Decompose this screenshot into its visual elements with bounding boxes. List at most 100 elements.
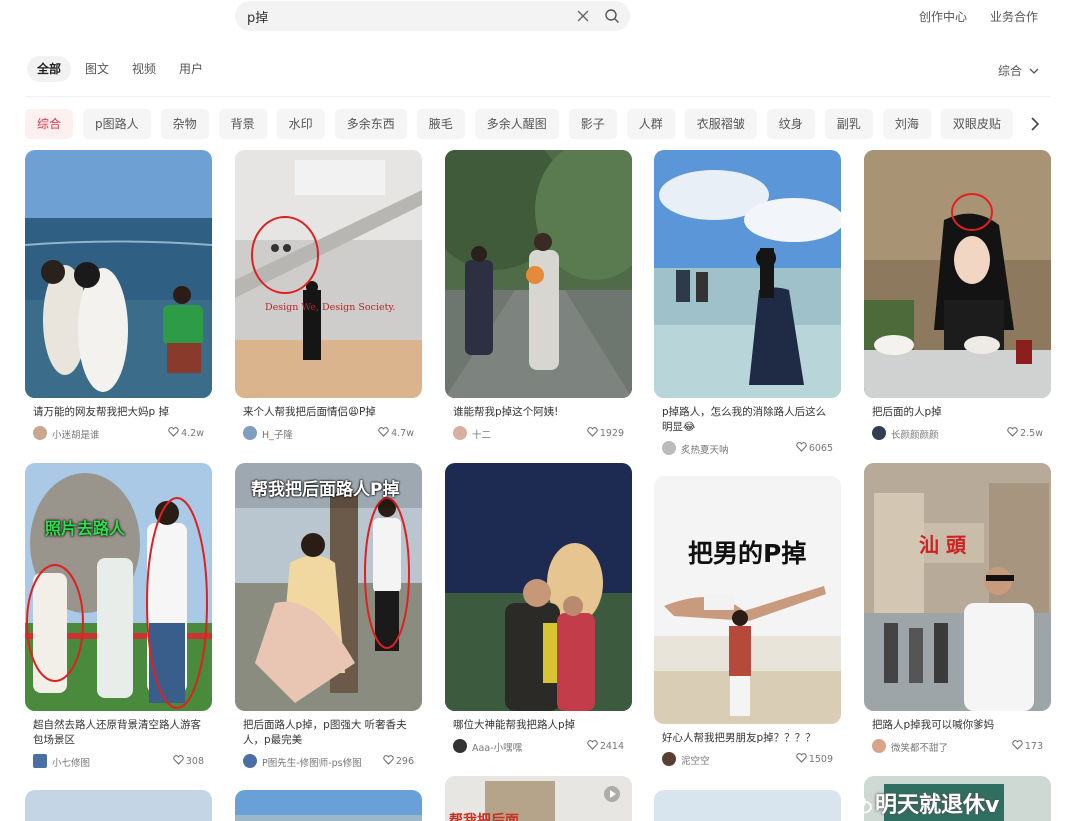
chip-background[interactable]: 背景: [218, 109, 267, 139]
author-name[interactable]: Aaa-小嘿嘿: [472, 740, 522, 754]
chip-clutter[interactable]: 杂物: [160, 109, 209, 139]
note-card[interactable]: 帮我把后面路人P掉 把后面路人p掉，p图强大 听奢香夫人，p最完美 P图先生-修…: [235, 463, 422, 771]
note-card[interactable]: 把后面的人p掉 长颜颜颜颜 2.5w: [864, 150, 1051, 443]
chip-comprehensive[interactable]: 综合: [25, 109, 74, 139]
author-name[interactable]: 炙热夏天呐: [681, 442, 729, 456]
search-icon[interactable]: [604, 8, 620, 24]
note-title[interactable]: 把后面的人p掉: [872, 405, 1043, 420]
avatar[interactable]: [662, 441, 676, 455]
chip-watermark[interactable]: 水印: [276, 109, 325, 139]
tab-notes[interactable]: 图文: [75, 56, 119, 82]
note-title[interactable]: 哪位大神能帮我把路人p掉: [453, 718, 624, 733]
search-input[interactable]: [247, 6, 567, 26]
author-name[interactable]: H_子隆: [262, 427, 293, 441]
note-title[interactable]: 好心人帮我把男朋友p掉？？？？: [662, 731, 833, 746]
heart-icon: [587, 427, 598, 437]
note-cover[interactable]: 汕 頭: [864, 463, 1051, 711]
tab-all[interactable]: 全部: [27, 56, 72, 82]
avatar[interactable]: [453, 739, 467, 753]
clear-icon[interactable]: [575, 8, 591, 24]
search-bar[interactable]: [235, 1, 630, 31]
like-button[interactable]: 4.2w: [168, 427, 204, 439]
chip-wrinkles[interactable]: 衣服褶皱: [684, 109, 757, 139]
note-card[interactable]: Design We, Design Society. 来个人帮我把后面情侣😩P掉…: [235, 150, 422, 443]
note-cover[interactable]: 照片去路人: [25, 463, 212, 711]
note-title[interactable]: 谁能帮我p掉这个阿姨!: [453, 405, 624, 420]
avatar[interactable]: [872, 426, 886, 440]
like-button[interactable]: 2.5w: [1007, 427, 1043, 439]
note-card[interactable]: p掉路人，怎么我的消除路人后这么明显😂 炙热夏天呐 6065: [654, 150, 841, 458]
creator-center-link[interactable]: 创作中心: [919, 8, 967, 25]
chip-xingtu[interactable]: 多余人醒图: [474, 109, 559, 139]
note-cover[interactable]: 帮我把后面路人P掉: [235, 463, 422, 711]
like-button[interactable]: 1509: [796, 753, 833, 765]
avatar[interactable]: [243, 426, 257, 440]
chevron-right-icon[interactable]: [1028, 116, 1042, 132]
note-cover[interactable]: [445, 150, 632, 398]
chip-eyelid-tape[interactable]: 双眼皮贴: [940, 109, 1013, 139]
image-caption: 照片去路人: [45, 519, 126, 538]
avatar[interactable]: [33, 426, 47, 440]
avatar[interactable]: [243, 754, 257, 768]
note-title[interactable]: 请万能的网友帮我把大妈p 掉: [33, 405, 204, 420]
chip-armpit-hair[interactable]: 腋毛: [416, 109, 465, 139]
like-button[interactable]: 173: [1012, 740, 1043, 752]
note-title[interactable]: 来个人帮我把后面情侣😩P掉: [243, 405, 414, 420]
chip-tattoo[interactable]: 纹身: [766, 109, 815, 139]
note-card[interactable]: 哪位大神能帮我把路人p掉 Aaa-小嘿嘿 2414: [445, 463, 632, 756]
chip-shadow[interactable]: 影子: [568, 109, 617, 139]
author-name[interactable]: 泥空空: [681, 753, 710, 767]
sort-dropdown[interactable]: 综合: [998, 62, 1039, 79]
tab-video[interactable]: 视频: [122, 56, 166, 82]
note-cover[interactable]: 把男的P掉: [654, 476, 841, 724]
like-count: 6065: [808, 443, 833, 454]
note-card[interactable]: 汕 頭 把路人p掉我可以喊你爹妈 微笑都不甜了 173: [864, 463, 1051, 756]
chip-accessory[interactable]: 副乳: [824, 109, 873, 139]
chip-extra-things[interactable]: 多余东西: [334, 109, 407, 139]
note-card[interactable]: 谁能帮我p掉这个阿姨! 十二 1929: [445, 150, 632, 443]
note-title[interactable]: 把后面路人p掉，p图强大 听奢香夫人，p最完美: [243, 718, 414, 748]
chip-bangs[interactable]: 刘海: [882, 109, 931, 139]
like-button[interactable]: 2414: [587, 740, 624, 752]
like-button[interactable]: 308: [173, 755, 204, 767]
note-cover[interactable]: [235, 790, 422, 821]
note-cover[interactable]: Design We, Design Society.: [235, 150, 422, 398]
note-cover[interactable]: [25, 790, 212, 821]
note-card[interactable]: 把男的P掉 好心人帮我把男朋友p掉？？？？ 泥空空 1509: [654, 476, 841, 769]
note-cover[interactable]: [25, 150, 212, 398]
heart-icon: [796, 753, 807, 763]
note-card[interactable]: 照片去路人 超自然去路人还原背景清空路人游客包场景区 小七修图 308: [25, 463, 212, 771]
like-count: 308: [185, 756, 204, 767]
note-cover[interactable]: [864, 150, 1051, 398]
note-cover[interactable]: 帮我把后面: [445, 776, 632, 821]
author-name[interactable]: 小七修图: [52, 755, 90, 769]
image-caption: 帮我把后面路人P掉: [251, 480, 400, 500]
avatar[interactable]: [453, 426, 467, 440]
image-caption: 帮我把后面: [449, 813, 519, 821]
author-name[interactable]: 长颜颜颜颜: [891, 427, 939, 441]
avatar[interactable]: [33, 754, 47, 768]
author-name[interactable]: 微笑都不甜了: [891, 740, 948, 754]
note-cover[interactable]: [654, 150, 841, 398]
business-link[interactable]: 业务合作: [990, 8, 1038, 25]
heart-icon: [378, 427, 389, 437]
like-button[interactable]: 296: [383, 755, 414, 767]
chip-crowd[interactable]: 人群: [626, 109, 675, 139]
author-name[interactable]: 小迷胡是谁: [52, 427, 100, 441]
chip-p-passerby[interactable]: p图路人: [83, 109, 151, 139]
author-name[interactable]: P图先生-修图师-ps修图: [262, 755, 362, 769]
like-button[interactable]: 4.7w: [378, 427, 414, 439]
note-cover[interactable]: [445, 463, 632, 711]
like-count: 1929: [599, 428, 624, 439]
note-title[interactable]: 把路人p掉我可以喊你爹妈: [872, 718, 1043, 733]
note-card[interactable]: 请万能的网友帮我把大妈p 掉 小迷胡是谁 4.2w: [25, 150, 212, 443]
like-button[interactable]: 1929: [587, 427, 624, 439]
like-button[interactable]: 6065: [796, 442, 833, 454]
author-name[interactable]: 十二: [472, 427, 491, 441]
note-title[interactable]: p掉路人，怎么我的消除路人后这么明显😂: [662, 405, 833, 435]
note-cover[interactable]: [654, 790, 841, 821]
tab-users[interactable]: 用户: [169, 56, 213, 82]
note-title[interactable]: 超自然去路人还原背景清空路人游客包场景区: [33, 718, 204, 748]
avatar[interactable]: [872, 739, 886, 753]
avatar[interactable]: [662, 752, 676, 766]
